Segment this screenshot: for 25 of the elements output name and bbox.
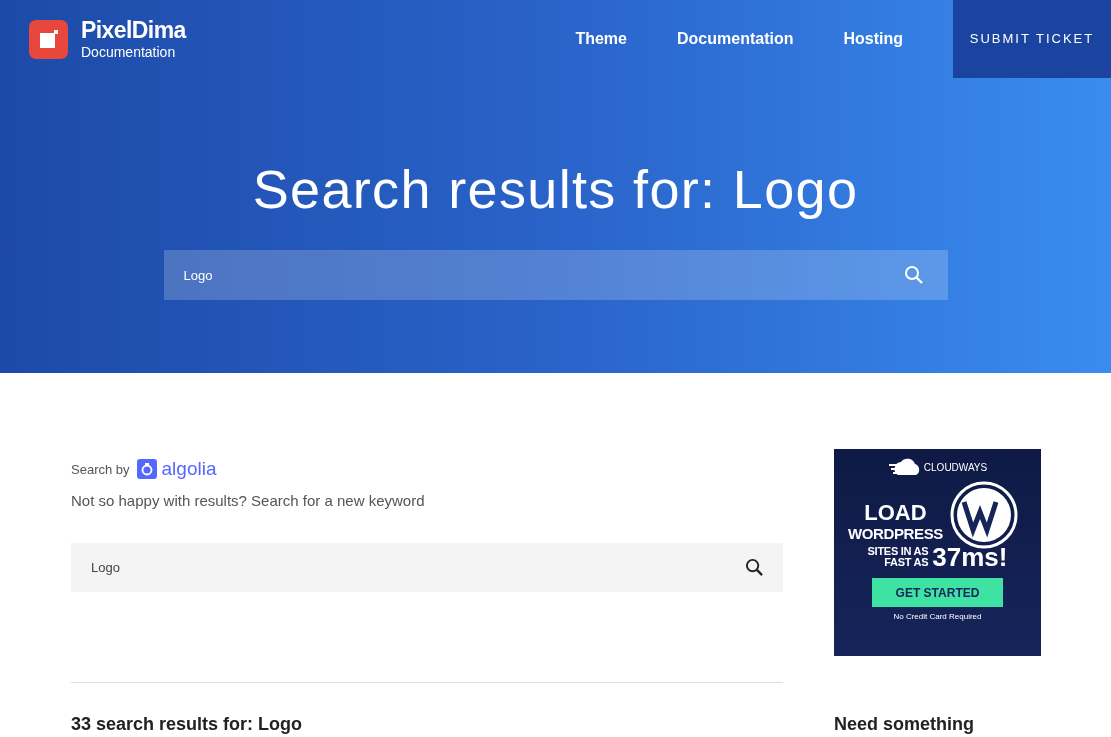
wordpress-logo-icon: [948, 480, 1019, 550]
ad-headline: LOAD: [864, 502, 927, 524]
ad-text: SITES IN AS: [867, 546, 929, 557]
nav-link[interactable]: Hosting: [843, 27, 903, 51]
nav-link[interactable]: Documentation: [677, 27, 794, 51]
search-hint: Not so happy with results? Search for a new keyword: [71, 490, 426, 511]
ad-highlight: 37ms!: [932, 544, 1008, 570]
ad-brand: CLOUDWAYS: [923, 460, 988, 475]
results-heading: 33 search results for: Logo: [71, 713, 304, 736]
search-field[interactable]: Logo: [71, 543, 783, 592]
nav-link[interactable]: Theme: [575, 27, 627, 51]
search-icon[interactable]: [745, 558, 764, 577]
cloud-icon: [887, 458, 922, 476]
logo-name[interactable]: PixelDima: [81, 19, 186, 42]
submit-ticket-button[interactable]: SUBMIT TICKET: [953, 0, 1111, 78]
ad-note: No Credit Card Required: [893, 611, 982, 623]
algolia-wordmark[interactable]: algolia: [161, 455, 217, 484]
ad-text: FAST AS: [884, 557, 929, 568]
search-by-label: Search by: [71, 460, 130, 479]
ad-subheadline: WORDPRESS: [848, 526, 943, 541]
algolia-logo-icon: [136, 459, 157, 480]
ad-cta-button[interactable]: GET STARTED: [872, 578, 1003, 607]
widget-title: Need something: [834, 714, 976, 734]
logo-icon: [29, 19, 68, 59]
logo-subtitle: Documentation: [81, 45, 177, 59]
